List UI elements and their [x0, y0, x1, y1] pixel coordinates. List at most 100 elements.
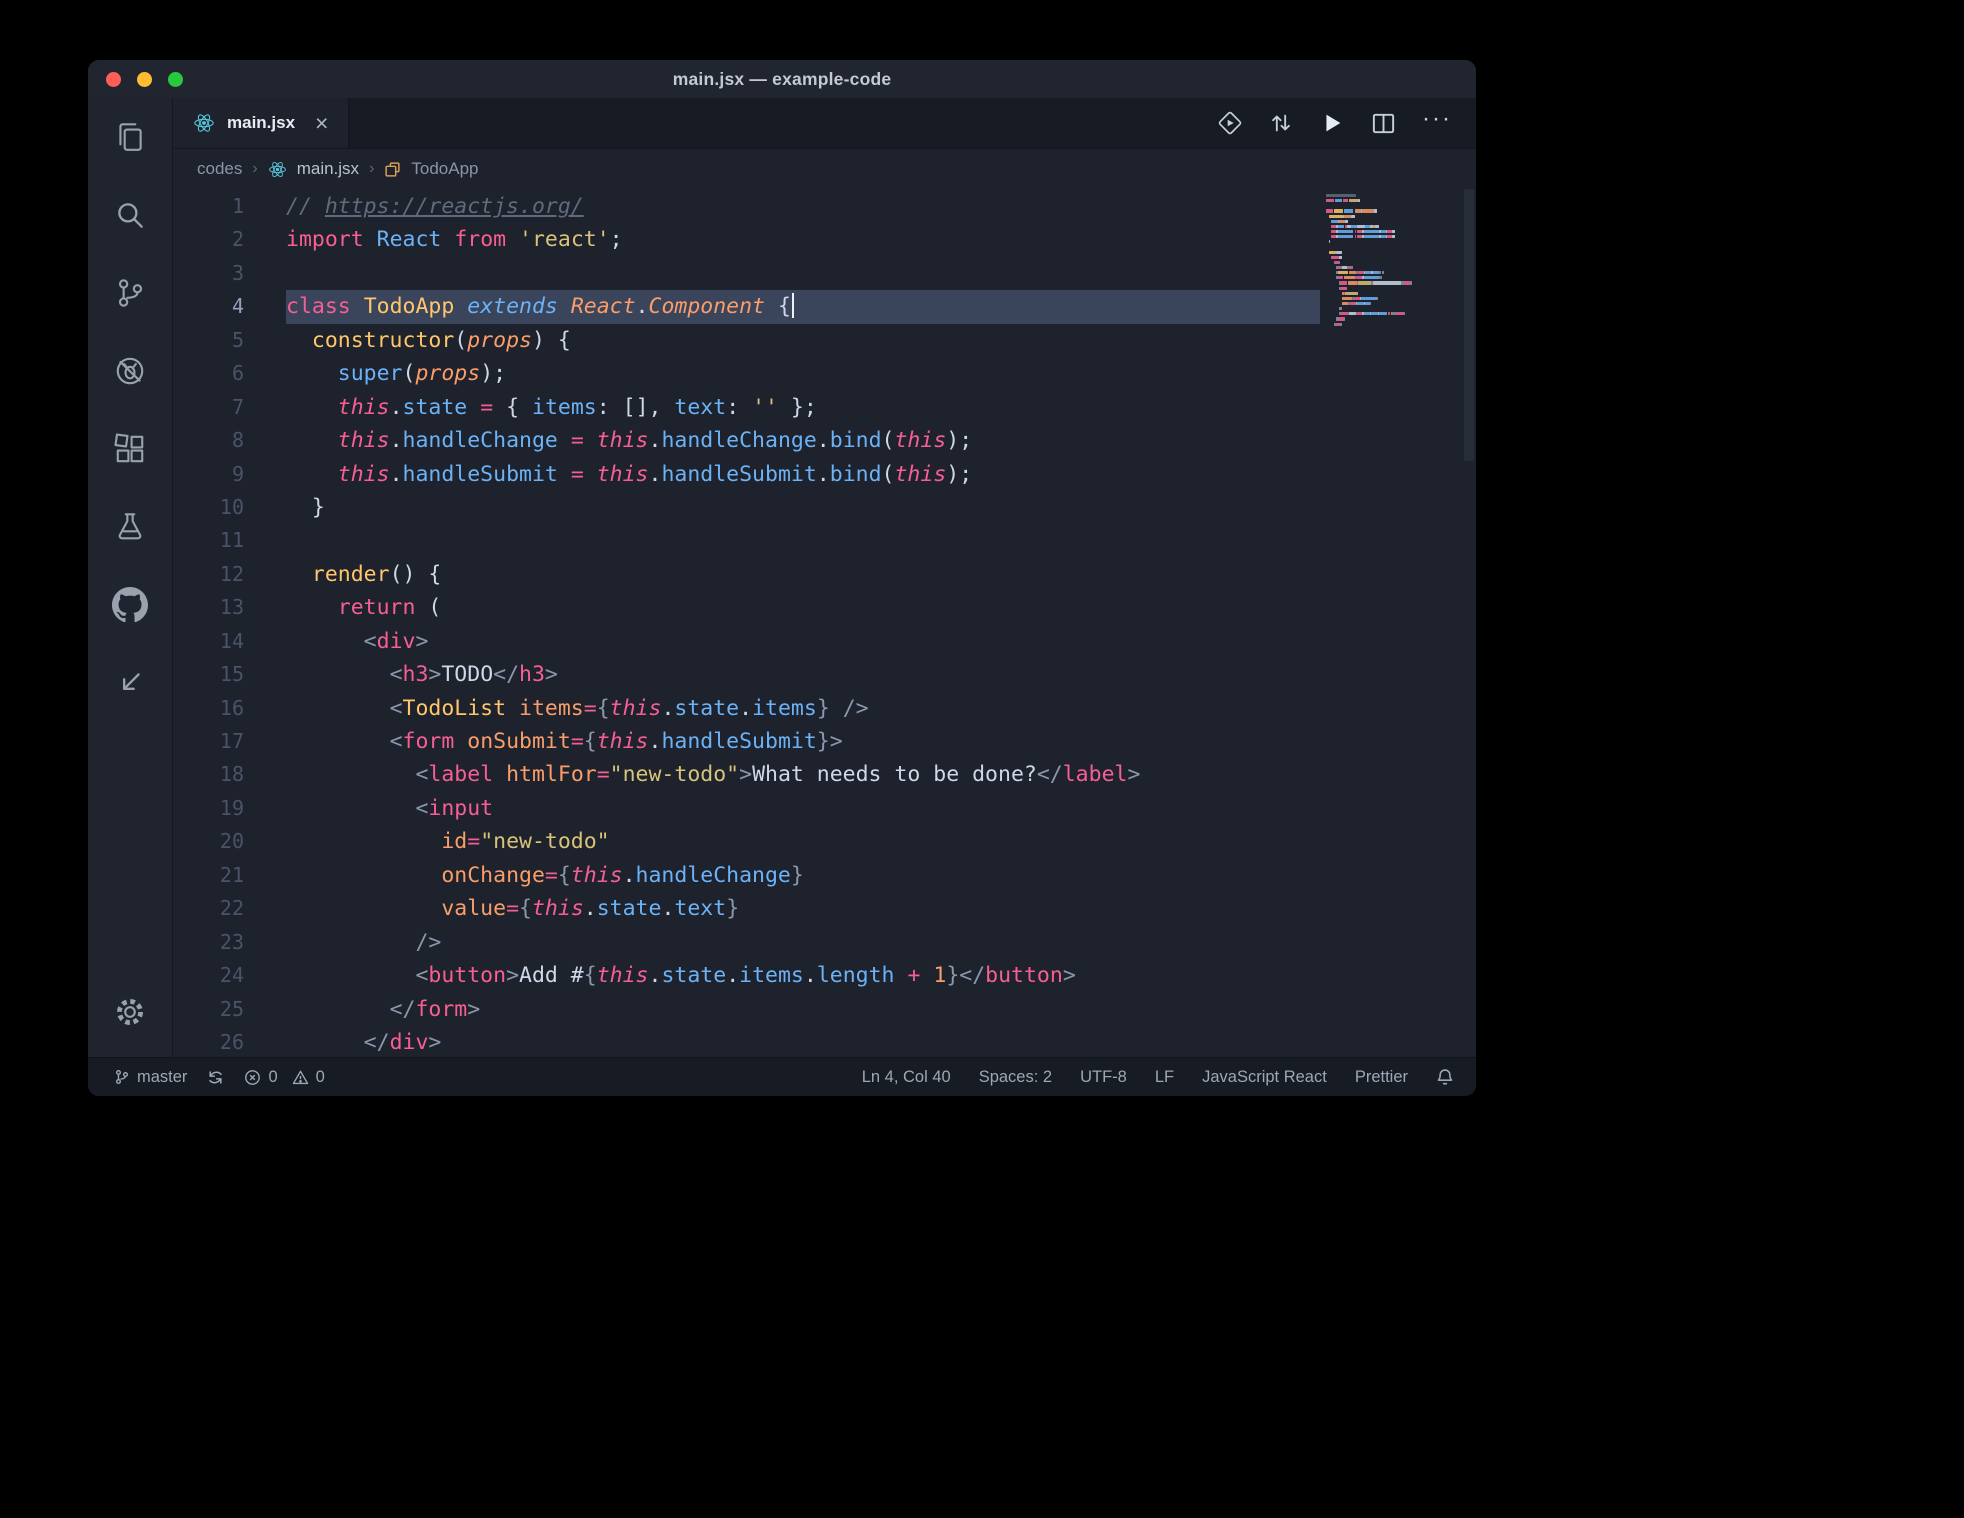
errors-count: 0: [268, 1068, 277, 1087]
code-line[interactable]: 12 render() {: [173, 558, 1320, 591]
notifications-bell-icon[interactable]: [1436, 1068, 1454, 1086]
minimap[interactable]: [1320, 189, 1462, 1057]
code-line[interactable]: 2 import React from 'react';: [173, 223, 1320, 256]
code-text: value={this.state.text}: [286, 892, 1320, 925]
breadcrumb-separator-icon: ›: [252, 160, 257, 178]
line-number[interactable]: 2: [173, 223, 244, 256]
tab-main-jsx[interactable]: main.jsx ×: [173, 98, 349, 148]
line-number[interactable]: 4: [173, 290, 244, 323]
split-editor-icon[interactable]: [1370, 110, 1397, 137]
debug-disabled-icon[interactable]: [88, 332, 172, 410]
breadcrumb-folder[interactable]: codes: [197, 159, 242, 179]
code-lines[interactable]: 1// https://reactjs.org/2 import React fr…: [173, 189, 1320, 1057]
code-line[interactable]: 5 constructor(props) {: [173, 324, 1320, 357]
line-number[interactable]: 3: [173, 257, 244, 290]
line-number[interactable]: 10: [173, 491, 244, 524]
code-text: id="new-todo": [286, 825, 1320, 858]
close-window-button[interactable]: [106, 72, 121, 87]
more-actions-icon[interactable]: ···: [1422, 107, 1452, 139]
line-number[interactable]: 22: [173, 892, 244, 925]
line-number[interactable]: 5: [173, 324, 244, 357]
line-number[interactable]: 12: [173, 558, 244, 591]
traffic-lights: [106, 60, 183, 98]
line-number[interactable]: 24: [173, 959, 244, 992]
minimize-window-button[interactable]: [137, 72, 152, 87]
code-line[interactable]: 15 <h3>TODO</h3>: [173, 658, 1320, 691]
github-icon[interactable]: [88, 566, 172, 644]
code-text: this.handleSubmit = this.handleSubmit.bi…: [286, 458, 1320, 491]
close-tab-icon[interactable]: ×: [315, 112, 328, 135]
code-line[interactable]: 21 onChange={this.handleChange}: [173, 859, 1320, 892]
line-number[interactable]: 25: [173, 993, 244, 1026]
code-line[interactable]: 20 id="new-todo": [173, 825, 1320, 858]
breadcrumb-file[interactable]: main.jsx: [297, 159, 359, 179]
line-number[interactable]: 19: [173, 792, 244, 825]
eol-status[interactable]: LF: [1155, 1068, 1174, 1087]
line-number[interactable]: 26: [173, 1026, 244, 1057]
sync-button[interactable]: [207, 1069, 224, 1086]
line-number[interactable]: 9: [173, 458, 244, 491]
cursor-position-status[interactable]: Ln 4, Col 40: [862, 1068, 951, 1087]
tests-flask-icon[interactable]: [88, 488, 172, 566]
line-number[interactable]: 13: [173, 591, 244, 624]
run-code-icon[interactable]: [1217, 110, 1243, 136]
extensions-icon[interactable]: [88, 410, 172, 488]
line-number[interactable]: 11: [173, 524, 244, 557]
code-text: <h3>TODO</h3>: [286, 658, 1320, 691]
code-line[interactable]: 26 </div>: [173, 1026, 1320, 1057]
code-line[interactable]: 19 <input: [173, 792, 1320, 825]
code-line[interactable]: 16 <TodoList items={this.state.items} />: [173, 692, 1320, 725]
open-changes-icon[interactable]: [1268, 110, 1294, 136]
settings-gear-icon[interactable]: [88, 981, 172, 1043]
formatter-status[interactable]: Prettier: [1355, 1068, 1408, 1087]
code-text: import React from 'react';: [286, 223, 1320, 256]
language-mode-status[interactable]: JavaScript React: [1202, 1068, 1327, 1087]
code-line[interactable]: 17 <form onSubmit={this.handleSubmit}>: [173, 725, 1320, 758]
scrollbar[interactable]: [1462, 189, 1476, 1057]
code-line[interactable]: 23 />: [173, 926, 1320, 959]
problems-status[interactable]: 0 0: [244, 1068, 324, 1087]
zoom-window-button[interactable]: [168, 72, 183, 87]
line-number[interactable]: 8: [173, 424, 244, 457]
code-line[interactable]: 18 <label htmlFor="new-todo">What needs …: [173, 758, 1320, 791]
breadcrumb-symbol[interactable]: TodoApp: [411, 159, 478, 179]
titlebar[interactable]: main.jsx — example-code: [88, 60, 1476, 98]
line-number[interactable]: 17: [173, 725, 244, 758]
code-line[interactable]: 4class TodoApp extends React.Component {: [173, 290, 1320, 323]
code-line[interactable]: 1// https://reactjs.org/: [173, 190, 1320, 223]
code-line[interactable]: 6 super(props);: [173, 357, 1320, 390]
explorer-icon[interactable]: [88, 98, 172, 176]
line-number[interactable]: 16: [173, 692, 244, 725]
scrollbar-thumb[interactable]: [1464, 189, 1474, 461]
search-icon[interactable]: [88, 176, 172, 254]
line-number[interactable]: 21: [173, 859, 244, 892]
line-number[interactable]: 20: [173, 825, 244, 858]
line-number[interactable]: 6: [173, 357, 244, 390]
line-number[interactable]: 18: [173, 758, 244, 791]
encoding-status[interactable]: UTF-8: [1080, 1068, 1127, 1087]
line-number[interactable]: 15: [173, 658, 244, 691]
code-line[interactable]: 14 <div>: [173, 625, 1320, 658]
branch-status[interactable]: master: [114, 1068, 187, 1087]
code-line[interactable]: 11: [173, 524, 1320, 557]
warnings-count: 0: [316, 1068, 325, 1087]
code-line[interactable]: 7 this.state = { items: [], text: '' };: [173, 391, 1320, 424]
source-control-icon[interactable]: [88, 254, 172, 332]
editor[interactable]: 1// https://reactjs.org/2 import React fr…: [173, 189, 1476, 1057]
line-number[interactable]: 7: [173, 391, 244, 424]
indentation-status[interactable]: Spaces: 2: [979, 1068, 1052, 1087]
code-line[interactable]: 13 return (: [173, 591, 1320, 624]
code-line[interactable]: 25 </form>: [173, 993, 1320, 1026]
editor-actions: ···: [1217, 98, 1476, 148]
line-number[interactable]: 23: [173, 926, 244, 959]
code-line[interactable]: 3: [173, 257, 1320, 290]
line-number[interactable]: 14: [173, 625, 244, 658]
code-line[interactable]: 22 value={this.state.text}: [173, 892, 1320, 925]
arrow-bottom-left-icon[interactable]: [88, 644, 172, 722]
code-line[interactable]: 24 <button>Add #{this.state.items.length…: [173, 959, 1320, 992]
code-line[interactable]: 10 }: [173, 491, 1320, 524]
code-line[interactable]: 8 this.handleChange = this.handleChange.…: [173, 424, 1320, 457]
run-icon[interactable]: [1319, 110, 1345, 136]
code-line[interactable]: 9 this.handleSubmit = this.handleSubmit.…: [173, 458, 1320, 491]
line-number[interactable]: 1: [173, 190, 244, 223]
